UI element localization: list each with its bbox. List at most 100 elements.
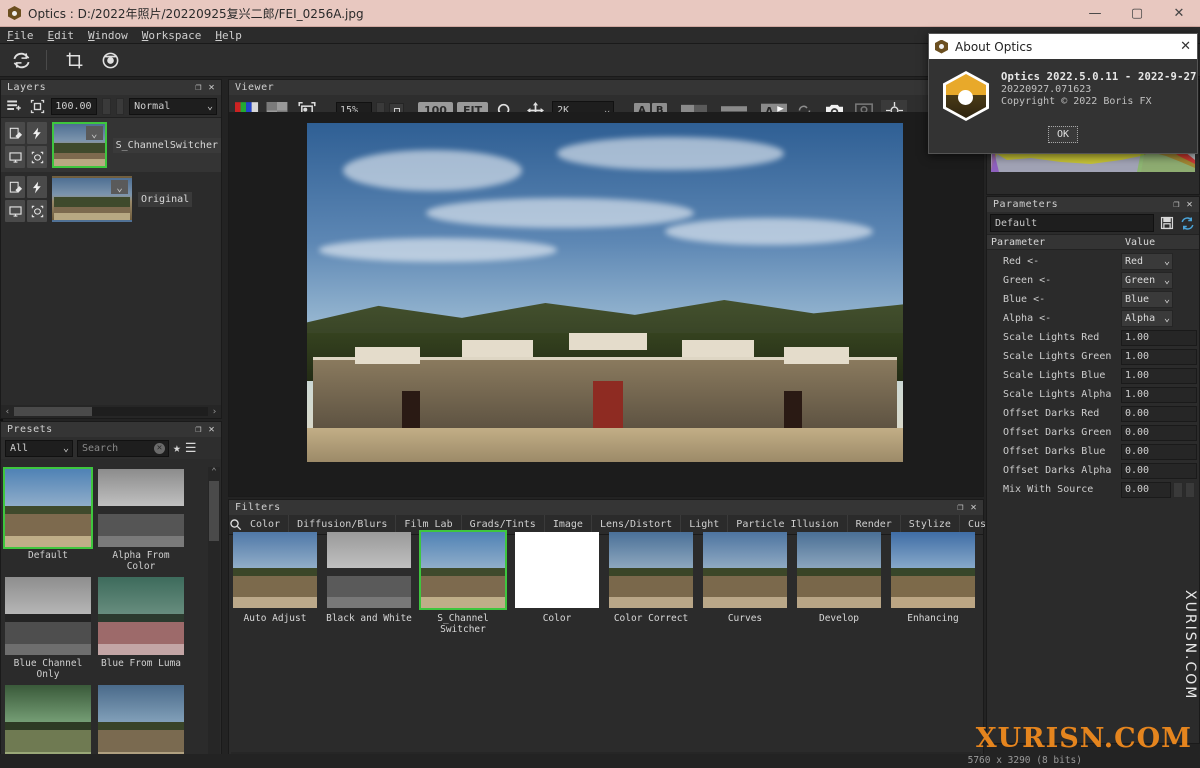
filter-thumbnail[interactable] — [325, 530, 413, 610]
preset-item[interactable] — [3, 683, 93, 762]
menu-edit[interactable]: Edit — [41, 27, 82, 44]
filter-item[interactable]: Auto Adjust — [231, 530, 319, 650]
viewer-canvas[interactable] — [229, 112, 983, 496]
parameter-dropdown[interactable]: Blue ⌄ — [1121, 291, 1173, 308]
float-icon[interactable]: ❐ — [954, 501, 967, 514]
filter-thumbnail[interactable] — [889, 530, 977, 610]
float-icon[interactable]: ❐ — [192, 81, 205, 94]
filter-item[interactable]: S_Channel Switcher — [419, 530, 507, 650]
filter-item[interactable]: Color Correct — [607, 530, 695, 650]
maximize-button[interactable]: ▢ — [1116, 0, 1158, 27]
crop-icon[interactable] — [59, 47, 89, 73]
filter-thumbnail[interactable] — [513, 530, 601, 610]
parameter-number-input[interactable]: 1.00 — [1121, 329, 1197, 346]
presets-search-input[interactable]: Search ✕ — [77, 439, 169, 457]
parameter-stepper-2[interactable] — [1185, 481, 1195, 498]
scroll-up-icon[interactable]: ⌃ — [208, 467, 220, 480]
parameter-number-input[interactable]: 1.00 — [1121, 348, 1197, 365]
preset-item[interactable] — [96, 683, 186, 762]
layers-horizontal-scrollbar[interactable]: ‹ › — [1, 405, 221, 418]
layer-thumbnail[interactable]: ⌄ — [52, 122, 107, 168]
parameter-number-input[interactable]: 0.00 — [1121, 462, 1197, 479]
add-layer-icon[interactable] — [5, 97, 23, 115]
preset-item[interactable]: Blue From Luma — [96, 575, 186, 680]
layer-thumbnail[interactable]: ⌄ — [52, 176, 132, 222]
minimize-button[interactable]: — — [1074, 0, 1116, 27]
reset-icon[interactable] — [6, 47, 36, 73]
close-button[interactable]: ✕ — [1158, 0, 1200, 27]
menu-window[interactable]: Window — [81, 27, 135, 44]
menu-file[interactable]: File — [0, 27, 41, 44]
layer-edit-icon[interactable] — [5, 122, 25, 144]
opacity-stepper[interactable] — [102, 97, 111, 115]
preset-item[interactable]: Blue Channel Only — [3, 575, 93, 680]
parameter-number-input[interactable]: 0.00 — [1121, 443, 1197, 460]
preset-thumbnail[interactable] — [3, 683, 93, 762]
parameter-dropdown[interactable]: Red ⌄ — [1121, 253, 1173, 270]
filter-item[interactable]: Curves — [701, 530, 789, 650]
filter-thumbnail[interactable] — [231, 530, 319, 610]
preset-thumbnail[interactable] — [3, 467, 93, 549]
preset-thumbnail[interactable] — [96, 575, 186, 657]
clear-icon[interactable]: ✕ — [154, 442, 165, 454]
close-icon[interactable]: ✕ — [205, 81, 218, 94]
presets-category-select[interactable]: All ⌄ — [5, 439, 73, 457]
layer-row[interactable]: ⌄ S_ChannelSwitcher — [1, 118, 221, 172]
ok-button[interactable]: OK — [1047, 126, 1079, 143]
filter-item[interactable]: Black and White — [325, 530, 413, 650]
opacity-stepper-2[interactable] — [115, 97, 125, 115]
preset-thumbnail[interactable] — [3, 575, 93, 657]
layer-fx-icon[interactable] — [27, 122, 47, 144]
save-preset-icon[interactable] — [1158, 215, 1175, 232]
orbit-icon[interactable] — [95, 47, 125, 73]
favorite-star-icon[interactable]: ★ — [173, 441, 181, 456]
layer-mask-icon[interactable] — [27, 200, 47, 222]
filter-item[interactable]: Color — [513, 530, 601, 650]
preset-thumbnail[interactable] — [96, 683, 186, 762]
close-icon[interactable]: ✕ — [967, 501, 980, 514]
filter-thumbnail[interactable] — [607, 530, 695, 610]
parameter-number-input[interactable]: 0.00 — [1121, 405, 1197, 422]
blend-mode-select[interactable]: Normal ⌄ — [129, 97, 218, 115]
layer-monitor-icon[interactable] — [5, 146, 25, 168]
menu-workspace[interactable]: Workspace — [135, 27, 209, 44]
close-icon[interactable]: ✕ — [205, 423, 218, 436]
parameter-dropdown[interactable]: Alpha ⌄ — [1121, 310, 1173, 327]
image-preview[interactable] — [307, 123, 903, 462]
close-icon[interactable]: ✕ — [1183, 198, 1196, 211]
layer-row[interactable]: ⌄ Original — [1, 172, 221, 226]
preset-item[interactable]: Alpha From Color — [96, 467, 186, 572]
filter-thumbnail[interactable] — [419, 530, 507, 610]
presets-vertical-scrollbar[interactable]: ⌃ — [208, 467, 220, 762]
close-icon[interactable]: ✕ — [1180, 39, 1191, 54]
float-icon[interactable]: ❐ — [192, 423, 205, 436]
scrollbar-thumb[interactable] — [14, 407, 92, 416]
layer-opacity-input[interactable]: 100.00 — [51, 97, 98, 115]
layer-mask-icon[interactable] — [27, 146, 47, 168]
layer-monitor-icon[interactable] — [5, 200, 25, 222]
filter-item[interactable]: Develop — [795, 530, 883, 650]
parameter-number-input[interactable]: 1.00 — [1121, 367, 1197, 384]
scrollbar-thumb[interactable] — [209, 481, 219, 541]
parameter-number-input[interactable]: 1.00 — [1121, 386, 1197, 403]
preset-item[interactable]: Default — [3, 467, 93, 572]
filter-thumbnail[interactable] — [795, 530, 883, 610]
layer-fx-icon[interactable] — [27, 176, 47, 198]
filter-item[interactable]: Enhancing — [889, 530, 977, 650]
scroll-left-icon[interactable]: ‹ — [1, 407, 14, 417]
reset-parameters-icon[interactable] — [1179, 215, 1196, 232]
parameter-stepper[interactable] — [1173, 481, 1183, 498]
transform-icon[interactable] — [28, 97, 46, 115]
scroll-right-icon[interactable]: › — [208, 407, 221, 417]
chevron-down-icon[interactable]: ⌄ — [111, 180, 128, 194]
parameter-dropdown[interactable]: Green ⌄ — [1121, 272, 1173, 289]
scrollbar-track[interactable] — [14, 407, 208, 416]
menu-help[interactable]: Help — [208, 27, 249, 44]
presets-menu-icon[interactable]: ☰ — [185, 441, 197, 456]
parameter-number-input[interactable]: 0.00 — [1121, 481, 1171, 498]
filter-thumbnail[interactable] — [701, 530, 789, 610]
preset-thumbnail[interactable] — [96, 467, 186, 549]
layer-edit-icon[interactable] — [5, 176, 25, 198]
float-icon[interactable]: ❐ — [1170, 198, 1183, 211]
chevron-down-icon[interactable]: ⌄ — [85, 126, 103, 140]
